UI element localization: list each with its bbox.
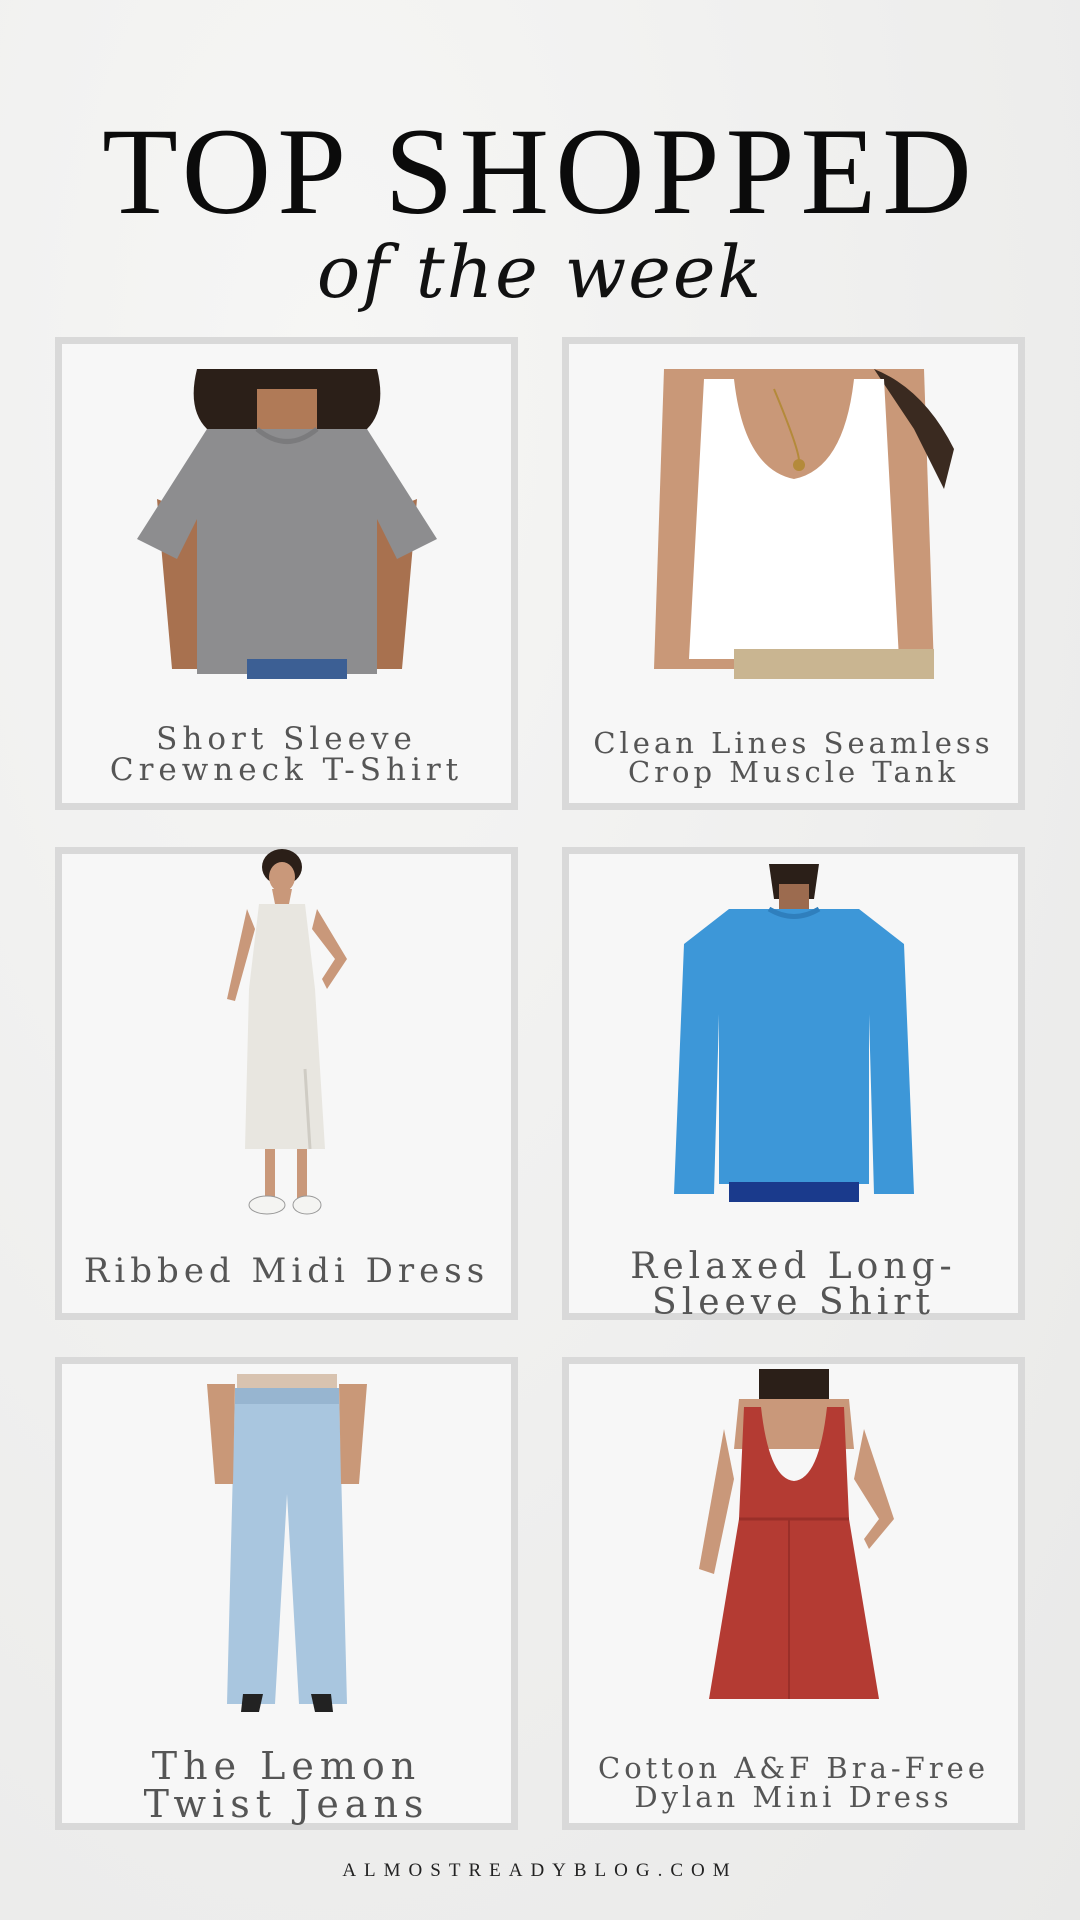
product-card-ribbed-midi-dress[interactable]: Ribbed Midi Dress — [55, 847, 518, 1320]
product-name[interactable]: The Lemon Twist Jeans — [62, 1747, 511, 1823]
product-name[interactable]: Ribbed Midi Dress — [62, 1254, 511, 1288]
page: TOP SHOPPED of the week Short Sleeve Cre… — [0, 0, 1080, 1920]
product-card-relaxed-long-sleeve-shirt[interactable]: Relaxed Long- Sleeve Shirt — [562, 847, 1025, 1321]
product-name[interactable]: Cotton A&F Bra-Free Dylan Mini Dress — [569, 1754, 1018, 1812]
page-title: TOP SHOPPED — [102, 103, 978, 240]
product-card-crop-muscle-tank[interactable]: Clean Lines Seamless Crop Muscle Tank — [562, 337, 1025, 810]
blue-longsleeve-photo[interactable] — [569, 854, 1018, 1214]
product-card-short-sleeve-tshirt[interactable]: Short Sleeve Crewneck T-Shirt — [55, 337, 518, 810]
page-subtitle: of the week — [316, 230, 764, 314]
product-name[interactable]: Clean Lines Seamless Crop Muscle Tank — [569, 729, 1018, 787]
ribbed-midi-dress-photo[interactable] — [62, 849, 511, 1215]
product-card-lemon-twist-jeans[interactable]: The Lemon Twist Jeans — [55, 1357, 518, 1830]
red-mini-dress-photo[interactable] — [569, 1364, 1018, 1724]
gray-tshirt-photo[interactable] — [62, 344, 511, 704]
product-name[interactable]: Relaxed Long- Sleeve Shirt — [569, 1249, 1018, 1321]
product-card-dylan-mini-dress[interactable]: Cotton A&F Bra-Free Dylan Mini Dress — [562, 1357, 1025, 1830]
white-tank-photo[interactable] — [569, 344, 1018, 704]
product-name[interactable]: Short Sleeve Crewneck T-Shirt — [62, 724, 511, 786]
blog-url-link[interactable]: ALMOSTREADYBLOG.COM — [0, 1860, 1080, 1882]
wide-leg-jeans-photo[interactable] — [62, 1364, 511, 1724]
